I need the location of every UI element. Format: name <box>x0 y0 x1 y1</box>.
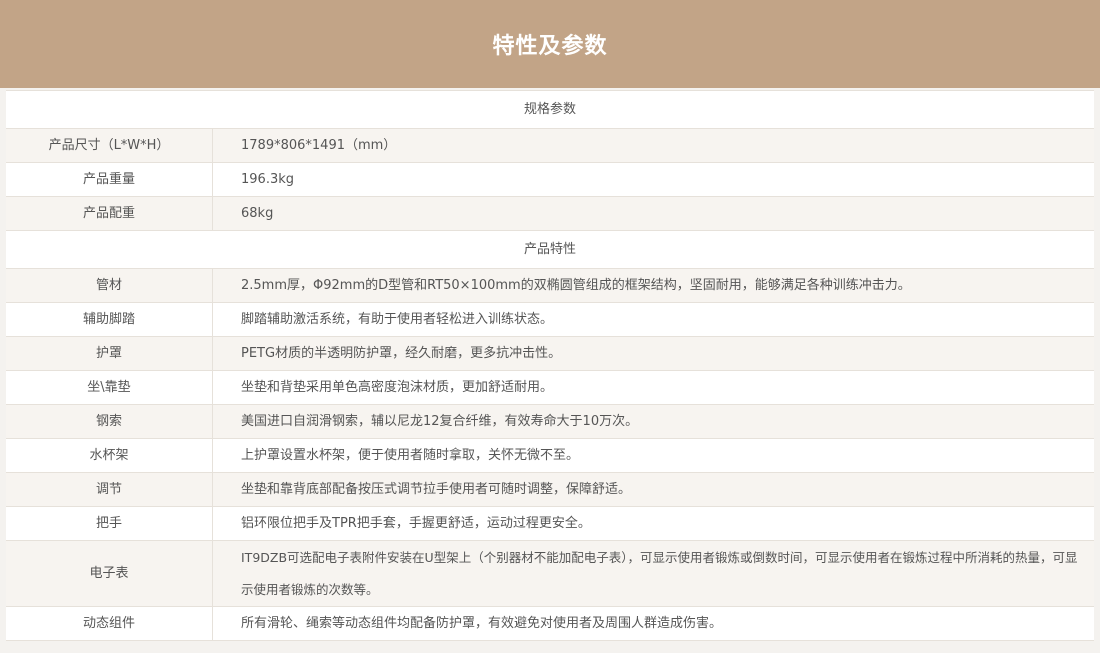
row-label: 管材 <box>6 269 213 302</box>
row-label: 调节 <box>6 473 213 506</box>
table-row: 水杯架 上护罩设置水杯架，便于使用者随时拿取，关怀无微不至。 <box>6 439 1094 473</box>
row-value: 所有滑轮、绳索等动态组件均配备防护罩，有效避免对使用者及周围人群造成伤害。 <box>241 615 723 631</box>
spec-table: 规格参数 产品尺寸（L*W*H） 1789*806*1491（mm） 产品重量 … <box>6 90 1094 641</box>
row-label: 产品尺寸（L*W*H） <box>6 129 213 162</box>
row-label: 护罩 <box>6 337 213 370</box>
table-row: 把手 铝环限位把手及TPR把手套，手握更舒适，运动过程更安全。 <box>6 507 1094 541</box>
row-value: 美国进口自润滑钢索，辅以尼龙12复合纤维，有效寿命大于10万次。 <box>241 413 639 429</box>
row-value: 上护罩设置水杯架，便于使用者随时拿取，关怀无微不至。 <box>241 447 580 463</box>
table-row: 产品重量 196.3kg <box>6 163 1094 197</box>
feature-section-header: 产品特性 <box>6 231 1094 269</box>
row-value: 坐垫和背垫采用单色高密度泡沫材质，更加舒适耐用。 <box>241 379 554 395</box>
table-row: 动态组件 所有滑轮、绳索等动态组件均配备防护罩，有效避免对使用者及周围人群造成伤… <box>6 607 1094 641</box>
row-value: 2.5mm厚，Φ92mm的D型管和RT50×100mm的双椭圆管组成的框架结构，… <box>241 277 911 293</box>
row-label: 把手 <box>6 507 213 540</box>
row-label: 辅助脚踏 <box>6 303 213 336</box>
row-value: 68kg <box>241 205 274 221</box>
table-row: 护罩 PETG材质的半透明防护罩，经久耐磨，更多抗冲击性。 <box>6 337 1094 371</box>
row-value: 196.3kg <box>241 171 294 187</box>
row-label: 坐\靠垫 <box>6 371 213 404</box>
row-label: 电子表 <box>6 541 213 606</box>
row-value: PETG材质的半透明防护罩，经久耐磨，更多抗冲击性。 <box>241 345 562 361</box>
row-value: IT9DZB可选配电子表附件安装在U型架上（个别器材不能加配电子表），可显示使用… <box>241 549 1078 597</box>
table-row: 坐\靠垫 坐垫和背垫采用单色高密度泡沫材质，更加舒适耐用。 <box>6 371 1094 405</box>
row-label: 动态组件 <box>6 607 213 640</box>
row-label: 产品重量 <box>6 163 213 196</box>
table-row: 产品尺寸（L*W*H） 1789*806*1491（mm） <box>6 129 1094 163</box>
page-banner: 特性及参数 <box>0 0 1100 88</box>
spec-section-header: 规格参数 <box>6 91 1094 129</box>
table-row: 钢索 美国进口自润滑钢索，辅以尼龙12复合纤维，有效寿命大于10万次。 <box>6 405 1094 439</box>
feature-section-title: 产品特性 <box>523 241 576 257</box>
spec-section-title: 规格参数 <box>523 101 576 117</box>
row-label: 水杯架 <box>6 439 213 472</box>
row-label: 产品配重 <box>6 197 213 230</box>
row-label: 钢索 <box>6 405 213 438</box>
row-value: 1789*806*1491（mm） <box>241 137 397 153</box>
page-title: 特性及参数 <box>492 34 608 59</box>
table-row: 电子表 IT9DZB可选配电子表附件安装在U型架上（个别器材不能加配电子表），可… <box>6 541 1094 607</box>
table-row: 产品配重 68kg <box>6 197 1094 231</box>
table-row: 辅助脚踏 脚踏辅助激活系统，有助于使用者轻松进入训练状态。 <box>6 303 1094 337</box>
table-row: 管材 2.5mm厚，Φ92mm的D型管和RT50×100mm的双椭圆管组成的框架… <box>6 269 1094 303</box>
row-value: 铝环限位把手及TPR把手套，手握更舒适，运动过程更安全。 <box>241 515 591 531</box>
row-value: 脚踏辅助激活系统，有助于使用者轻松进入训练状态。 <box>241 311 554 327</box>
table-row: 调节 坐垫和靠背底部配备按压式调节拉手使用者可随时调整，保障舒适。 <box>6 473 1094 507</box>
row-value: 坐垫和靠背底部配备按压式调节拉手使用者可随时调整，保障舒适。 <box>241 481 632 497</box>
